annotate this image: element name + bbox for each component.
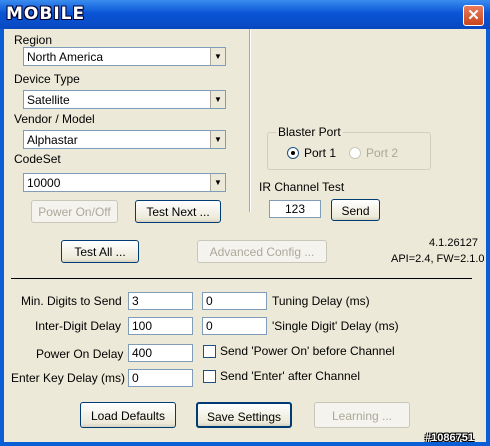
codeset-value: 10000: [27, 176, 61, 190]
enter-key-delay-label: Enter Key Delay (ms): [11, 371, 126, 385]
chevron-down-icon[interactable]: ▼: [210, 131, 225, 148]
min-digits-label: Min. Digits to Send: [21, 294, 122, 308]
port2-radio[interactable]: [349, 147, 361, 159]
radio-selected-dot: [291, 151, 295, 155]
tuning-delay-label: Tuning Delay (ms): [272, 294, 370, 308]
region-value: North America: [27, 50, 104, 64]
vendor-model-value: Alphastar: [27, 133, 78, 147]
device-type-value: Satellite: [27, 93, 70, 107]
device-type-label: Device Type: [14, 72, 80, 86]
single-digit-delay-label: 'Single Digit' Delay (ms): [272, 319, 399, 333]
test-all-button[interactable]: Test All ...: [61, 240, 139, 263]
power-on-off-button[interactable]: Power On/Off: [31, 200, 118, 223]
chevron-down-icon[interactable]: ▼: [210, 91, 225, 108]
api-fw-text: API=2.4, FW=2.1.0: [391, 253, 485, 265]
app-logo: MOBILE: [6, 4, 86, 24]
region-label: Region: [14, 33, 53, 47]
port1-label: Port 1: [304, 146, 337, 160]
send-power-on-checkbox[interactable]: [203, 345, 216, 358]
enter-key-delay-input[interactable]: 0: [128, 369, 193, 387]
single-digit-delay-input[interactable]: 0: [202, 317, 267, 335]
horizontal-divider: [11, 278, 472, 279]
save-settings-button[interactable]: Save Settings: [196, 402, 292, 428]
close-button[interactable]: ✕: [463, 5, 484, 26]
power-on-delay-input[interactable]: 400: [128, 344, 193, 362]
tuning-delay-input[interactable]: 0: [202, 292, 267, 310]
dialog-body: Region North America ▼ Device Type Satel…: [4, 29, 486, 442]
region-select[interactable]: North America ▼: [23, 47, 226, 66]
device-type-select[interactable]: Satellite ▼: [23, 90, 226, 109]
codeset-select[interactable]: 10000 ▼: [23, 173, 226, 192]
min-digits-input[interactable]: 3: [128, 292, 193, 310]
chevron-down-icon[interactable]: ▼: [210, 174, 225, 191]
inter-digit-label: Inter-Digit Delay: [35, 319, 122, 333]
vendor-model-select[interactable]: Alphastar ▼: [23, 130, 226, 149]
ir-channel-input[interactable]: 123: [269, 200, 321, 218]
codeset-label: CodeSet: [14, 152, 61, 166]
inter-digit-input[interactable]: 100: [128, 317, 193, 335]
send-button[interactable]: Send: [331, 199, 380, 221]
vertical-divider: [249, 29, 251, 212]
version-text: 4.1.26127: [429, 237, 478, 249]
send-power-on-label: Send 'Power On' before Channel: [220, 344, 395, 358]
port1-radio[interactable]: [287, 147, 299, 159]
vendor-model-label: Vendor / Model: [14, 112, 95, 126]
chevron-down-icon[interactable]: ▼: [210, 48, 225, 65]
send-enter-label: Send 'Enter' after Channel: [220, 369, 361, 383]
watermark: #1086751: [425, 432, 474, 444]
port2-label: Port 2: [366, 146, 399, 160]
blaster-port-title: Blaster Port: [276, 125, 343, 139]
send-enter-checkbox[interactable]: [203, 370, 216, 383]
test-next-button[interactable]: Test Next ...: [135, 200, 221, 223]
load-defaults-button[interactable]: Load Defaults: [80, 402, 176, 428]
learning-button[interactable]: Learning ...: [314, 402, 410, 428]
ir-channel-test-label: IR Channel Test: [259, 180, 345, 194]
advanced-config-button[interactable]: Advanced Config ...: [197, 240, 327, 263]
power-on-delay-label: Power On Delay: [36, 347, 124, 361]
title-bar[interactable]: MOBILE ✕: [0, 0, 490, 29]
app-window: MOBILE ✕ Region North America ▼ Device T…: [0, 0, 490, 446]
